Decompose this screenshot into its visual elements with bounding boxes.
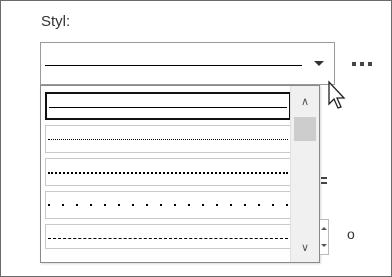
style-option-dashed[interactable] [45, 224, 291, 249]
dotted-line-sample [48, 172, 288, 174]
more-options-button[interactable] [347, 59, 377, 69]
style-option-dotted-medium[interactable] [45, 158, 291, 186]
mouse-cursor-icon [328, 80, 346, 109]
wide-dotted-line-sample [48, 204, 288, 206]
solid-line-sample [49, 107, 287, 108]
dot-icon [352, 62, 356, 66]
dashed-line-sample [48, 238, 288, 239]
style-option-dotted-wide[interactable] [45, 191, 291, 219]
dot-icon [368, 62, 372, 66]
numeric-spinner[interactable] [320, 219, 329, 255]
dotted-line-sample [48, 139, 288, 140]
scroll-thumb[interactable] [294, 117, 316, 141]
scroll-up-button[interactable]: ∧ [291, 89, 319, 113]
line-style-dropdown-list[interactable]: ∧ ∨ [40, 85, 320, 263]
selected-style-preview [45, 65, 302, 66]
style-label: Styl: [41, 13, 71, 30]
style-panel: Styl: ∧ ∨ o [0, 0, 392, 277]
chevron-down-icon[interactable] [304, 43, 334, 84]
line-style-combobox[interactable] [40, 42, 335, 85]
partial-equals-icon [321, 177, 327, 187]
dropdown-scrollbar[interactable]: ∧ ∨ [290, 86, 319, 262]
style-option-solid[interactable] [45, 92, 291, 120]
dot-icon [360, 62, 364, 66]
unit-label: o [347, 226, 355, 242]
style-option-dotted-fine[interactable] [45, 125, 291, 153]
scroll-down-button[interactable]: ∨ [291, 235, 319, 259]
